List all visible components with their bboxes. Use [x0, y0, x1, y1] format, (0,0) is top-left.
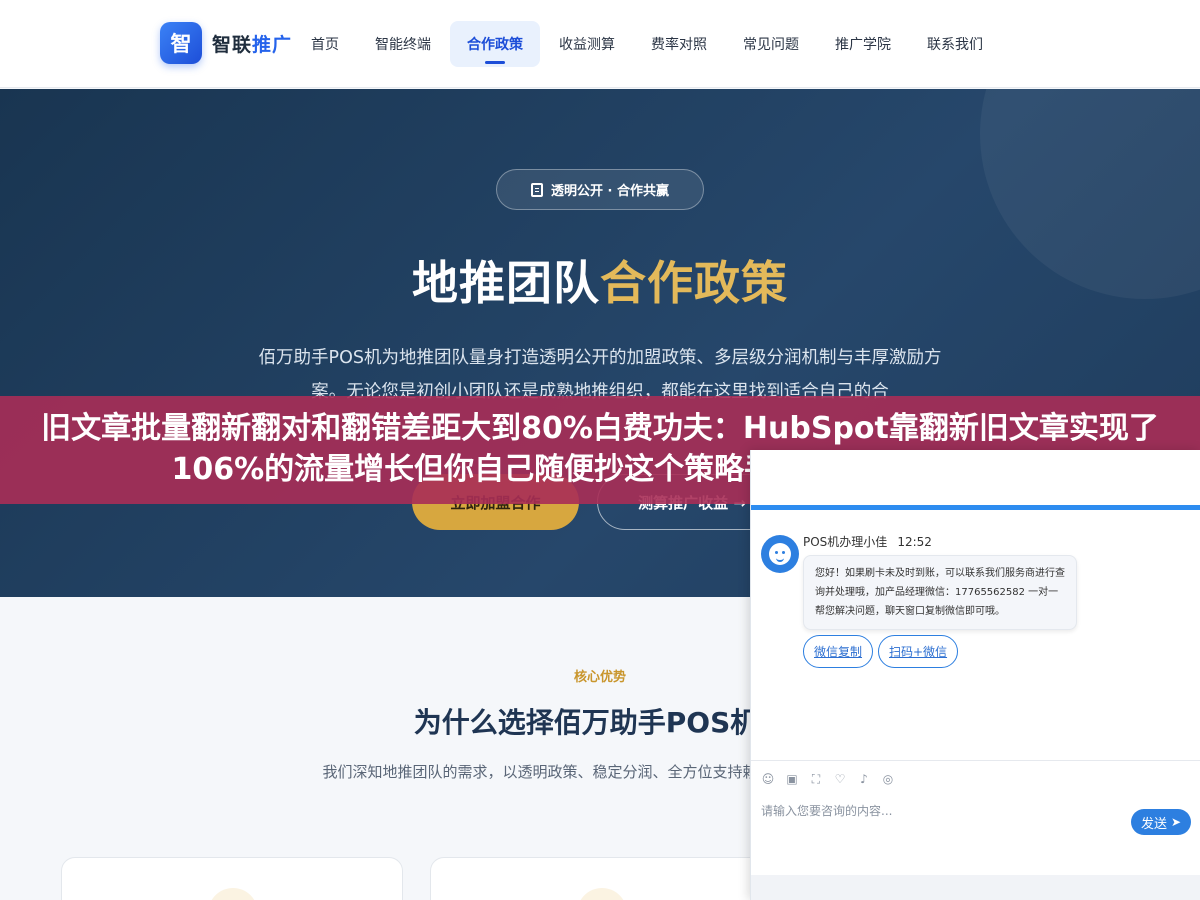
quick-reply-copy-wechat[interactable]: 微信复制 [803, 635, 874, 668]
nav-faq[interactable]: 常见问题 [726, 21, 816, 67]
site-logo[interactable]: 智 智联推广 [160, 22, 292, 64]
maximize-icon[interactable] [1173, 466, 1185, 478]
advantage-card [430, 857, 772, 900]
nav-academy[interactable]: 推广学院 [818, 21, 908, 67]
emoji-icon[interactable]: ☺ [761, 772, 775, 786]
send-label: 发送 [1140, 816, 1167, 832]
nav-earnings[interactable]: 收益测算 [542, 21, 632, 67]
chat-toolbar: ☺ ▣ ⛶ ♡ ♪ ◎ [751, 760, 1200, 796]
wechat-icon[interactable]: ◎ [881, 772, 895, 786]
chat-message: 您好！如果刷卡未及时到账，可以联系我们服务商进行查询并处理哦，加产品经理微信：1… [803, 555, 1077, 630]
logo-name: 智联 [212, 33, 253, 56]
chat-footer [751, 875, 1200, 900]
agent-avatar [761, 535, 799, 573]
send-icon: ➤ [1170, 815, 1182, 829]
hero-title-white: 地推团队 [412, 256, 600, 310]
sound-icon[interactable]: ♪ [857, 772, 871, 786]
agent-name: POS机办理小佳 [803, 535, 888, 549]
logo-accent: 推广 [252, 33, 293, 56]
quick-reply-scan-wechat[interactable]: 扫码+微信 [878, 635, 959, 668]
chat-input[interactable]: 请输入您要咨询的内容... [761, 802, 892, 819]
hero-title-gold: 合作政策 [600, 256, 788, 310]
minimize-icon[interactable]: − [1149, 465, 1161, 481]
card-icon [208, 888, 258, 900]
chat-header: − [751, 450, 1200, 510]
logo-text: 智联推广 [212, 30, 292, 57]
chat-header-bar [751, 505, 1200, 510]
card-icon [577, 888, 627, 900]
message-time: 12:52 [897, 535, 932, 549]
clipboard-icon [531, 182, 543, 197]
hero-pill: 透明公开 · 合作共赢 [496, 169, 704, 210]
site-header: 智 智联推广 首页 智能终端 合作政策 收益测算 费率对照 常见问题 推广学院 … [0, 0, 1200, 88]
main-nav: 首页 智能终端 合作政策 收益测算 费率对照 常见问题 推广学院 联系我们 [294, 20, 1002, 68]
nav-home[interactable]: 首页 [294, 21, 356, 67]
nav-policy[interactable]: 合作政策 [450, 21, 540, 67]
send-button[interactable]: 发送 ➤ [1131, 809, 1191, 835]
rating-icon[interactable]: ♡ [833, 772, 847, 786]
screenshot-icon[interactable]: ⛶ [809, 772, 823, 786]
agent-face-icon [769, 543, 791, 565]
image-icon[interactable]: ▣ [785, 772, 799, 786]
chat-widget: − POS机办理小佳 12:52 您好！如果刷卡未及时到账，可以联系我们服务商进行… [750, 450, 1200, 900]
nav-rates[interactable]: 费率对照 [634, 21, 724, 67]
advantage-card [61, 857, 403, 900]
nav-contact[interactable]: 联系我们 [910, 21, 1000, 67]
logo-badge: 智 [160, 22, 202, 64]
nav-terminals[interactable]: 智能终端 [358, 21, 448, 67]
hero-title: 地推团队合作政策 [0, 247, 1200, 313]
hero-pill-text: 透明公开 · 合作共赢 [551, 184, 669, 199]
agent-meta: POS机办理小佳 12:52 [803, 533, 932, 550]
